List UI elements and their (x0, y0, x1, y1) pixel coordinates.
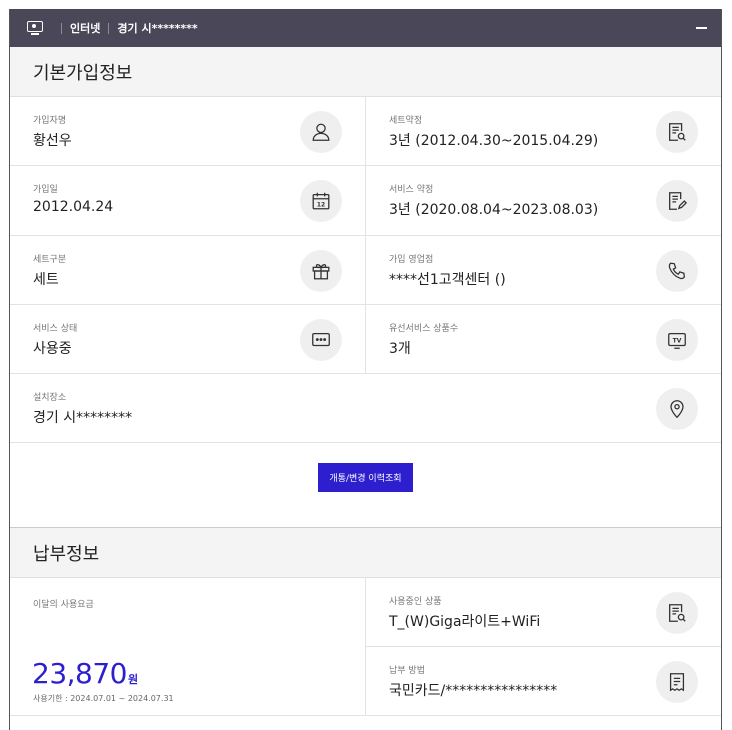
document-search-icon (656, 592, 698, 634)
monthly-fee-cell: 이달의 사용요금 23,870원 사용기한 : 2024.07.01 ~ 202… (10, 578, 366, 716)
service-contract-label: 서비스 약정 (389, 185, 434, 195)
collapse-icon[interactable] (696, 27, 707, 29)
history-button-area: 개통/변경 이력조회 (10, 443, 721, 528)
set-type-label: 세트구분 (33, 255, 67, 265)
monthly-fee-label: 이달의 사용요금 (33, 600, 94, 610)
join-date-label: 가입일 (33, 185, 58, 195)
join-date-cell: 가입일 2012.04.24 12 (10, 166, 366, 236)
document-edit-icon (656, 180, 698, 222)
set-type-value: 세트 (33, 272, 59, 288)
usage-period: 사용기한 : 2024.07.01 ~ 2024.07.31 (33, 694, 174, 703)
payment-method-value: 국민카드/**************** (389, 683, 558, 699)
basic-info-title: 기본가입정보 (33, 62, 133, 84)
calendar-icon: 12 (300, 180, 342, 222)
set-type-cell: 세트구분 세트 (10, 236, 366, 305)
location-pin-icon (656, 388, 698, 430)
subscriber-name-label: 가입자명 (33, 116, 67, 126)
monthly-fee-amount: 23,870원 (32, 657, 138, 690)
person-icon (300, 111, 342, 153)
current-product-cell: 사용중인 상품 T_(W)Giga라이트+WiFi (366, 578, 721, 647)
payment-method-cell: 납부 방법 국민카드/**************** (366, 647, 721, 716)
fee-number: 23,870 (32, 657, 127, 690)
current-product-label: 사용중인 상품 (389, 597, 442, 607)
sales-branch-cell: 가입 영업점 ****선1고객센터 () (366, 236, 721, 305)
basic-info-header: 기본가입정보 (10, 47, 721, 97)
service-status-value: 사용중 (33, 341, 72, 357)
payment-info-header: 납부정보 (10, 528, 721, 578)
sales-branch-value: ****선1고객센터 () (389, 272, 506, 288)
wired-product-count-label: 유선서비스 상품수 (389, 324, 459, 334)
payment-method-label: 납부 방법 (389, 666, 425, 676)
gift-icon (300, 250, 342, 292)
set-contract-value: 3년 (2012.04.30~2015.04.29) (389, 133, 599, 149)
svg-text:12: 12 (317, 202, 325, 209)
current-product-value: T_(W)Giga라이트+WiFi (389, 614, 541, 630)
install-location-cell: 설치장소 경기 시******** (10, 374, 721, 443)
wired-product-count-value: 3개 (389, 341, 411, 357)
breadcrumb-service: 인터넷 (70, 22, 101, 35)
svg-text:TV: TV (673, 337, 682, 344)
phone-icon (656, 250, 698, 292)
service-status-cell: 서비스 상태 사용중 (10, 305, 366, 374)
set-contract-cell: 세트약정 3년 (2012.04.30~2015.04.29) (366, 97, 721, 166)
service-contract-value: 3년 (2020.08.04~2023.08.03) (389, 202, 599, 218)
install-location-value: 경기 시******** (33, 410, 133, 426)
tv-icon: TV (656, 319, 698, 361)
history-lookup-button[interactable]: 개통/변경 이력조회 (318, 463, 413, 492)
wired-product-count-cell: 유선서비스 상품수 3개 TV (366, 305, 721, 374)
install-location-label: 설치장소 (33, 393, 67, 403)
monitor-icon (27, 21, 43, 35)
breadcrumb-address: 경기 시******** (117, 22, 198, 35)
subscriber-name-value: 황선우 (33, 133, 72, 149)
fee-unit: 원 (127, 673, 139, 686)
breadcrumb-divider (61, 22, 62, 34)
message-icon (300, 319, 342, 361)
service-contract-cell: 서비스 약정 3년 (2020.08.04~2023.08.03) (366, 166, 721, 236)
subscriber-name-cell: 가입자명 황선우 (10, 97, 366, 166)
service-detail-panel: 인터넷 경기 시******** 기본가입정보 가입자명 황선우 세트약정 3년… (9, 9, 722, 730)
service-header-bar[interactable]: 인터넷 경기 시******** (10, 9, 721, 47)
join-date-value: 2012.04.24 (33, 199, 114, 215)
sales-branch-label: 가입 영업점 (389, 255, 434, 265)
service-status-label: 서비스 상태 (33, 324, 78, 334)
document-search-icon (656, 111, 698, 153)
set-contract-label: 세트약정 (389, 116, 423, 126)
payment-info-title: 납부정보 (33, 543, 100, 565)
breadcrumb-divider (108, 22, 110, 34)
receipt-icon (656, 661, 698, 703)
